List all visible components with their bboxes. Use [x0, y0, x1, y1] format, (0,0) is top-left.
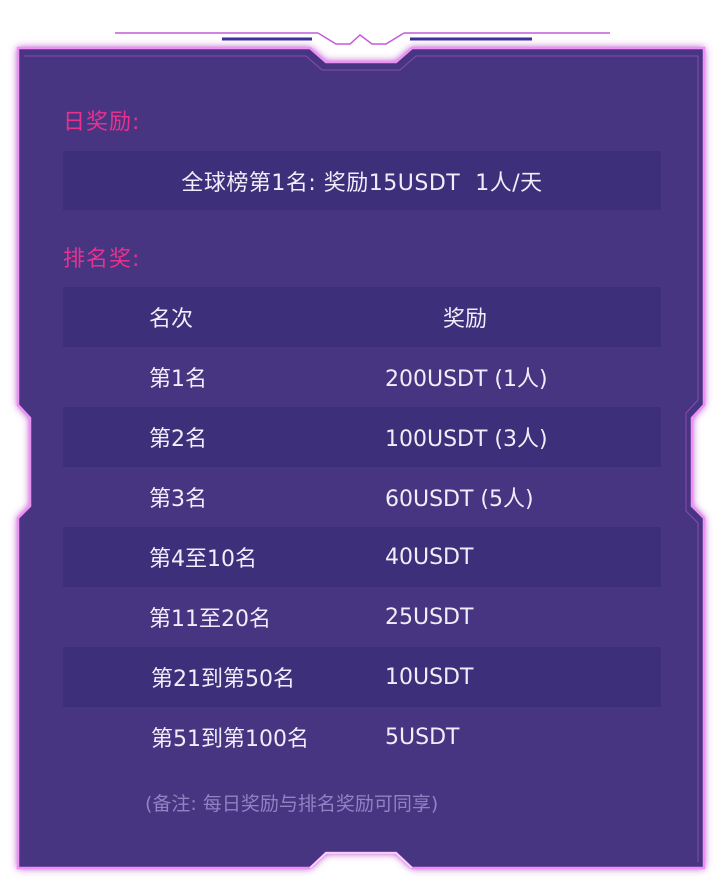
- row-place: 第21到第50名: [151, 667, 295, 692]
- table-row: 第11至20名 25USDT: [63, 587, 661, 647]
- ranking-reward-title: 排名奖:: [63, 247, 141, 272]
- table-row: 第1名 200USDT (1人): [63, 347, 661, 407]
- daily-reward-title: 日奖励:: [63, 110, 141, 135]
- daily-reward-text: 全球榜第1名: 奖励15USDT 1人/天: [181, 170, 543, 196]
- row-place: 第51到第100名: [151, 727, 309, 752]
- row-reward: 5USDT: [385, 724, 460, 750]
- row-place: 第11至20名: [149, 607, 271, 632]
- row-place: 第4至10名: [149, 547, 257, 572]
- row-place: 第3名: [149, 487, 207, 512]
- row-reward: 60USDT (5人): [385, 487, 534, 512]
- table-row: 第51到第100名 5USDT: [63, 707, 661, 767]
- row-reward: 200USDT (1人): [385, 367, 548, 392]
- header-reward: 奖励: [443, 307, 488, 332]
- ranking-header-row: 名次 奖励: [63, 287, 661, 347]
- row-place: 第1名: [149, 367, 207, 392]
- table-row: 第4至10名 40USDT: [63, 527, 661, 587]
- row-reward: 100USDT (3人): [385, 427, 548, 452]
- row-reward: 25USDT: [385, 604, 474, 630]
- table-row: 第21到第50名 10USDT: [63, 647, 661, 707]
- footnote: (备注: 每日奖励与排名奖励可同享): [145, 793, 439, 815]
- row-reward: 40USDT: [385, 544, 474, 570]
- table-row: 第2名 100USDT (3人): [63, 407, 661, 467]
- header-place: 名次: [149, 307, 194, 332]
- row-reward: 10USDT: [385, 664, 474, 690]
- table-row: 第3名 60USDT (5人): [63, 467, 661, 527]
- ranking-table: 名次 奖励 第1名 200USDT (1人) 第2名 100USDT (3人) …: [63, 287, 661, 767]
- daily-reward-box: 全球榜第1名: 奖励15USDT 1人/天: [63, 151, 661, 210]
- row-place: 第2名: [149, 427, 207, 452]
- reward-panel: 日奖励: 全球榜第1名: 奖励15USDT 1人/天 排名奖: 名次 奖励 第1…: [0, 0, 722, 885]
